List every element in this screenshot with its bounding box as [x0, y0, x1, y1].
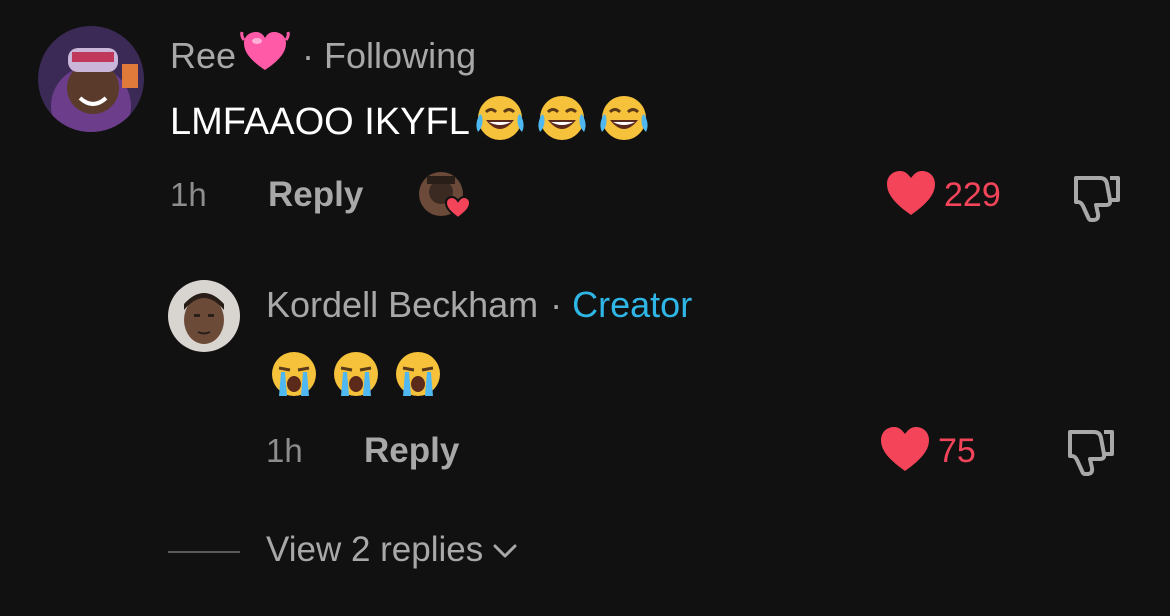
comment-text-row: LMFAAOO IKYFL	[170, 92, 652, 152]
thumbs-down-icon	[1074, 176, 1120, 222]
heart-icon	[878, 424, 932, 479]
comment-like-count: 229	[944, 176, 1001, 214]
loudly-crying-emoji-icon	[328, 348, 384, 410]
reply-dislike-button[interactable]	[1064, 426, 1118, 483]
separator-dot: ·	[302, 34, 315, 76]
loudly-crying-emoji-icon	[266, 348, 322, 410]
tears-of-joy-emoji-icon	[534, 92, 590, 152]
creator-liked-badge	[417, 170, 473, 222]
avatar-kordell-beckham[interactable]	[168, 280, 240, 352]
reply-like-button[interactable]: 75	[878, 424, 976, 479]
comment-dislike-button[interactable]	[1070, 172, 1124, 229]
avatar-ree[interactable]	[38, 26, 144, 132]
comment-text: LMFAAOO IKYFL	[170, 100, 470, 143]
heart-icon	[884, 168, 938, 223]
comment-username-row: Ree · Following	[170, 28, 476, 83]
reply-text-row	[266, 348, 446, 410]
comment-username[interactable]: Ree	[170, 35, 236, 77]
chevron-down-icon	[491, 530, 519, 570]
replies-divider-line	[168, 551, 240, 553]
separator-dot: ·	[550, 284, 563, 325]
following-label: Following	[324, 34, 477, 76]
view-replies-button[interactable]: View 2 replies	[266, 530, 519, 570]
reply-reply-button[interactable]: Reply	[364, 431, 459, 471]
view-replies-label: View 2 replies	[266, 530, 484, 569]
reply-username-row: Kordell Beckham · Creator	[266, 284, 692, 326]
tears-of-joy-emoji-icon	[596, 92, 652, 152]
reply-username[interactable]: Kordell Beckham	[266, 284, 538, 326]
creator-badge: Creator	[572, 284, 693, 325]
comment-reply-button[interactable]: Reply	[268, 175, 363, 215]
comment-timestamp: 1h	[170, 176, 207, 213]
comment-like-button[interactable]: 229	[884, 168, 1001, 223]
heart-emoji-icon	[240, 28, 290, 83]
thumbs-down-icon	[1068, 430, 1114, 476]
loudly-crying-emoji-icon	[390, 348, 446, 410]
reply-like-count: 75	[938, 432, 976, 470]
tears-of-joy-emoji-icon	[472, 92, 528, 152]
reply-timestamp: 1h	[266, 432, 303, 469]
